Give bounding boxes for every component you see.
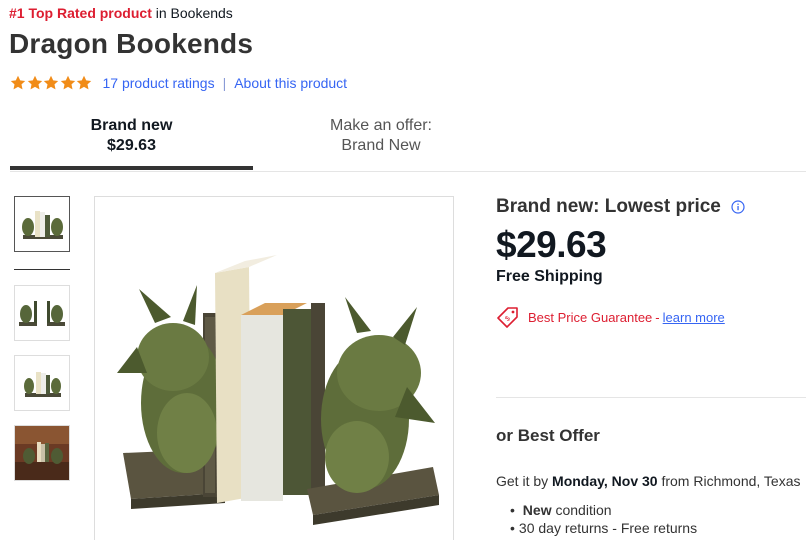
delivery-date: Monday, Nov 30 [552, 473, 658, 489]
section-divider [496, 397, 806, 398]
about-product-link[interactable]: About this product [234, 75, 347, 91]
dragon-bookends-thumb-image [22, 211, 63, 239]
top-rated-category: in Bookends [155, 5, 233, 21]
product-ratings-link[interactable]: 17 product ratings [103, 75, 215, 91]
thumbnail-selected-bar [14, 269, 70, 270]
price-guarantee: $ Best Price Guarantee - learn more [496, 306, 806, 328]
price-tag-icon: $ [497, 307, 518, 328]
separator: | [222, 75, 227, 91]
returns-label: 30 day returns - Free returns [518, 520, 698, 536]
delivery-prefix: Get it by [496, 473, 549, 489]
ratings-row: 17 product ratings | About this product [10, 74, 347, 92]
star-icon [60, 75, 75, 90]
tab-brand-new-price: $29.63 [107, 137, 156, 154]
star-icon [43, 75, 59, 90]
tab-brand-new-label: Brand new [90, 117, 173, 134]
top-rated-banner: #1 Top Rated product in Bookends [9, 5, 233, 21]
main-product-image[interactable] [94, 196, 454, 540]
dragon-bookends-photo [117, 255, 439, 525]
tab-make-offer[interactable]: Make an offer: Brand New [253, 116, 509, 156]
purchase-options-tabs: Brand new $29.63 Make an offer: Brand Ne… [10, 116, 806, 172]
product-title: Dragon Bookends [9, 28, 254, 59]
star-icon [76, 75, 92, 90]
delivery-estimate: Get it by Monday, Nov 30 from Richmond, … [496, 473, 800, 489]
thumbnail-3[interactable] [14, 355, 70, 411]
lowest-price-heading: Brand new: Lowest price [496, 196, 806, 218]
lowest-price-label: Brand new: Lowest price [496, 196, 721, 217]
condition-label: condition [555, 502, 612, 518]
returns-bullet: 30 day returns - Free returns [510, 519, 697, 537]
thumbnail-4[interactable] [14, 425, 70, 481]
thumbnail-1[interactable] [14, 196, 70, 252]
item-price: $29.63 [496, 224, 607, 265]
item-highlights: New condition 30 day returns - Free retu… [510, 501, 697, 537]
learn-more-link[interactable]: learn more [663, 310, 725, 325]
price-panel: Brand new: Lowest price $29.63 Free Ship… [496, 196, 806, 328]
dragon-bookends-room-thumb-image [15, 426, 69, 480]
star-icon [27, 75, 42, 90]
svg-text:$: $ [504, 315, 512, 323]
top-rated-badge: #1 Top Rated product [9, 5, 152, 21]
star-rating[interactable] [10, 75, 93, 91]
tab-brand-new[interactable]: Brand new $29.63 [10, 116, 253, 156]
tab-make-offer-condition: Brand New [341, 137, 421, 154]
best-offer-label: or Best Offer [496, 426, 600, 445]
star-icon [10, 75, 26, 90]
thumbnail-2[interactable] [14, 285, 70, 341]
tab-make-offer-label: Make an offer: [330, 117, 432, 134]
shipping-info: Free Shipping [496, 268, 603, 285]
best-price-guarantee-label: Best Price Guarantee [528, 309, 653, 325]
info-icon[interactable] [731, 200, 745, 214]
delivery-origin: from Richmond, Texas [661, 473, 801, 489]
dragon-bookends-small-thumb-image [24, 372, 61, 397]
selected-tab-indicator [10, 166, 253, 170]
dragon-bookends-apart-thumb-image [19, 301, 65, 326]
condition-value: New [522, 502, 552, 518]
guarantee-dash: - [655, 309, 660, 325]
condition-bullet: New condition [510, 501, 697, 519]
